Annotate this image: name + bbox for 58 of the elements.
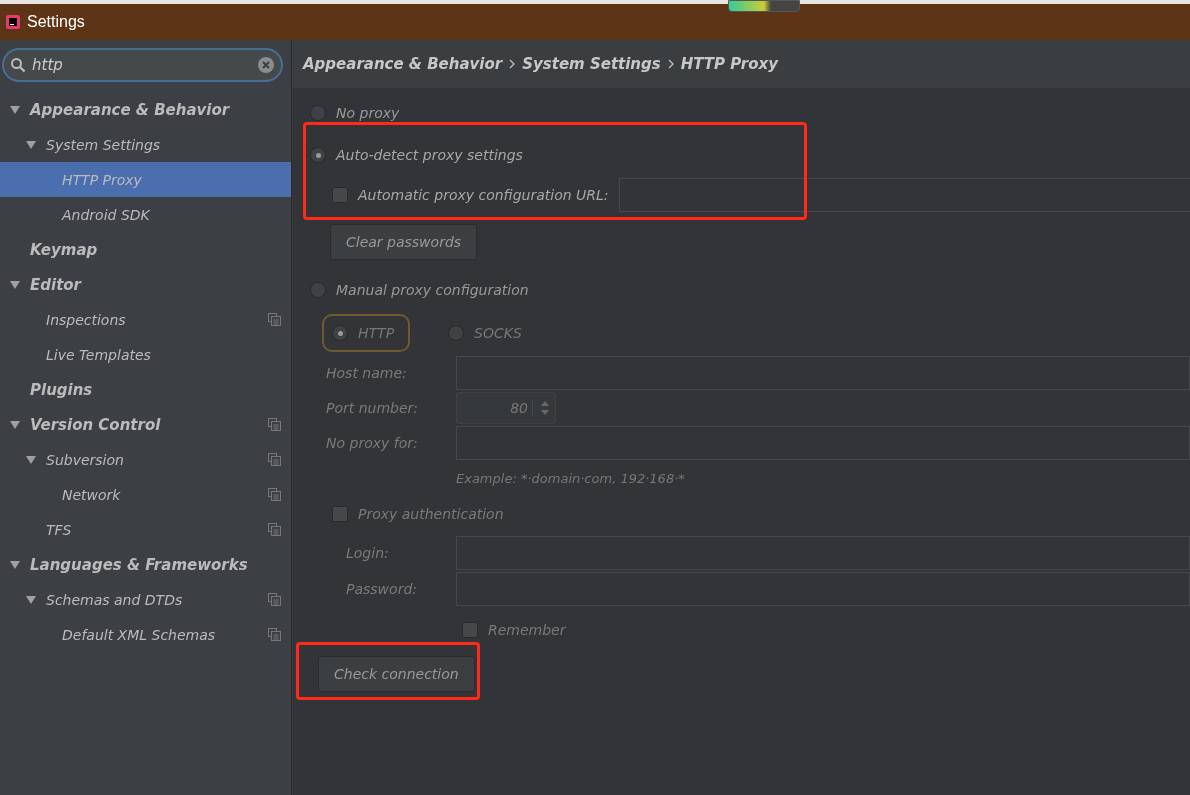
radio-label: Auto-detect proxy settings <box>336 147 523 163</box>
checkbox[interactable] <box>332 506 348 522</box>
radio-button[interactable] <box>310 282 326 298</box>
tree-item[interactable]: Network <box>0 477 291 512</box>
url-field[interactable] <box>618 178 1190 212</box>
clear-icon[interactable] <box>257 56 275 74</box>
tree-item[interactable]: Inspections <box>0 302 291 337</box>
tree-item[interactable]: Schemas and DTDs <box>0 582 291 617</box>
clear-passwords-button[interactable]: Clear passwords <box>330 224 478 260</box>
no-proxy-for-label: No proxy for: <box>326 435 419 451</box>
login-label: Login: <box>345 545 390 561</box>
expanded-arrow-icon[interactable] <box>10 279 20 290</box>
level-meter-drawing <box>728 0 800 12</box>
chevron-icon <box>508 59 517 69</box>
radio-label: Manual proxy configuration <box>336 282 529 298</box>
expanded-arrow-icon[interactable] <box>10 559 20 570</box>
tree-item[interactable]: Default XML Schemas <box>0 617 291 652</box>
radio-button[interactable] <box>310 147 326 163</box>
example-hint: Example: *·domain·com, 192·168·* <box>456 470 686 488</box>
password-label: Password: <box>345 581 418 597</box>
protocol-option[interactable]: SOCKS <box>438 314 538 352</box>
search-field[interactable]: http <box>2 48 283 82</box>
radio-label: No proxy <box>336 105 400 121</box>
expanded-arrow-icon[interactable] <box>26 139 36 150</box>
tree-item[interactable]: Plugins <box>0 372 291 407</box>
chevron-icon <box>666 59 675 69</box>
breadcrumb-item: HTTP Proxy <box>680 55 778 73</box>
tree-item[interactable]: Languages & Frameworks <box>0 547 291 582</box>
checkbox-label: Remember <box>488 622 566 638</box>
port-number-label: Port number: <box>326 400 420 416</box>
spinner-arrows-icon[interactable] <box>539 399 551 417</box>
tree-item[interactable]: Appearance & Behavior <box>0 92 291 127</box>
tree-item[interactable]: Editor <box>0 267 291 302</box>
checkbox[interactable] <box>332 187 348 203</box>
tree-item[interactable]: TFS <box>0 512 291 547</box>
radio-button[interactable] <box>310 105 326 121</box>
checkbox-label: Automatic proxy configuration URL: <box>358 187 609 203</box>
window-title: Settings <box>27 13 85 31</box>
search-icon <box>10 57 26 73</box>
expanded-arrow-icon[interactable] <box>26 594 36 605</box>
tree-item[interactable]: Keymap <box>0 232 291 267</box>
expanded-arrow-icon[interactable] <box>10 419 20 430</box>
check-connection-button[interactable]: Check connection <box>318 656 475 692</box>
tree-item[interactable]: Live Templates <box>0 337 291 372</box>
expanded-arrow-icon[interactable] <box>26 454 36 465</box>
protocol-option[interactable]: HTTP <box>322 314 411 352</box>
tree-item[interactable]: System Settings <box>0 127 291 162</box>
tree-item[interactable]: Android SDK <box>0 197 291 232</box>
host-name-label: Host name: <box>326 365 408 381</box>
breadcrumb-item: Appearance & Behavior <box>303 55 503 73</box>
breadcrumb-item: System Settings <box>522 55 661 73</box>
tree-item[interactable]: Version Control <box>0 407 291 442</box>
expanded-arrow-icon[interactable] <box>10 104 20 115</box>
search-input[interactable]: http <box>30 55 253 75</box>
checkbox-label: Proxy authentication <box>358 506 504 522</box>
checkbox[interactable] <box>462 622 478 638</box>
tree-item[interactable]: Subversion <box>0 442 291 477</box>
app-icon <box>5 14 21 30</box>
